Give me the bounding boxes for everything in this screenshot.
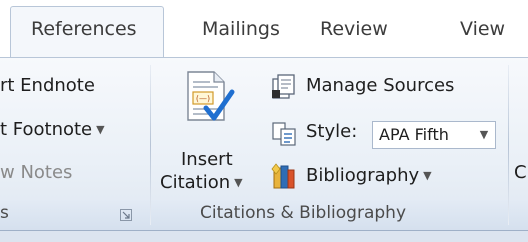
group-separator (150, 65, 151, 225)
citation-style-select[interactable]: APA Fifth ▼ (372, 121, 496, 149)
tab-references-label: References (31, 18, 137, 40)
tab-mailings[interactable]: Mailings (202, 18, 280, 40)
insert-citation-label-text: Citation (160, 172, 231, 193)
insert-citation-label-line2: Citation ▼ (160, 172, 243, 193)
citations-group-label: Citations & Bibliography (200, 203, 407, 223)
citation-style-value: APA Fifth (379, 125, 449, 144)
ribbon-tab-strip: References Mailings Review View (0, 0, 528, 58)
dialog-launcher-icon[interactable] (120, 209, 132, 221)
chevron-down-icon: ▼ (423, 169, 432, 182)
insert-citation-icon: (—) (187, 71, 235, 121)
bibliography-label: Bibliography (306, 165, 420, 186)
svg-text:(—): (—) (196, 94, 210, 103)
bibliography-icon (271, 163, 295, 189)
manage-sources-icon (272, 74, 295, 99)
insert-citation-label-line1: Insert (181, 149, 233, 170)
insert-citation-button[interactable]: (—) Insert Citation ▼ (160, 66, 250, 196)
footnotes-group-label: s (0, 203, 9, 223)
tab-view[interactable]: View (460, 18, 505, 40)
tab-review[interactable]: Review (320, 18, 388, 40)
next-group-partial-button[interactable]: C (514, 162, 527, 183)
chevron-down-icon[interactable]: ▼ (473, 122, 495, 148)
chevron-down-icon: ▼ (234, 176, 243, 189)
show-notes-button[interactable]: w Notes (0, 162, 72, 183)
bibliography-button[interactable]: Bibliography ▼ (270, 162, 500, 194)
next-footnote-label: t Footnote (0, 119, 93, 140)
chevron-down-icon: ▼ (96, 123, 105, 136)
group-separator (508, 65, 509, 225)
manage-sources-label: Manage Sources (306, 75, 455, 96)
manage-sources-button[interactable]: Manage Sources (270, 72, 500, 102)
style-label-group: Style: (270, 118, 370, 150)
next-footnote-button[interactable]: t Footnote ▼ (0, 119, 105, 140)
bibliography-label-wrap: Bibliography ▼ (306, 165, 432, 186)
tab-references[interactable]: References (10, 6, 164, 58)
insert-endnote-button[interactable]: rt Endnote (0, 75, 95, 96)
style-label: Style: (306, 121, 358, 142)
citation-style-icon (272, 122, 296, 146)
